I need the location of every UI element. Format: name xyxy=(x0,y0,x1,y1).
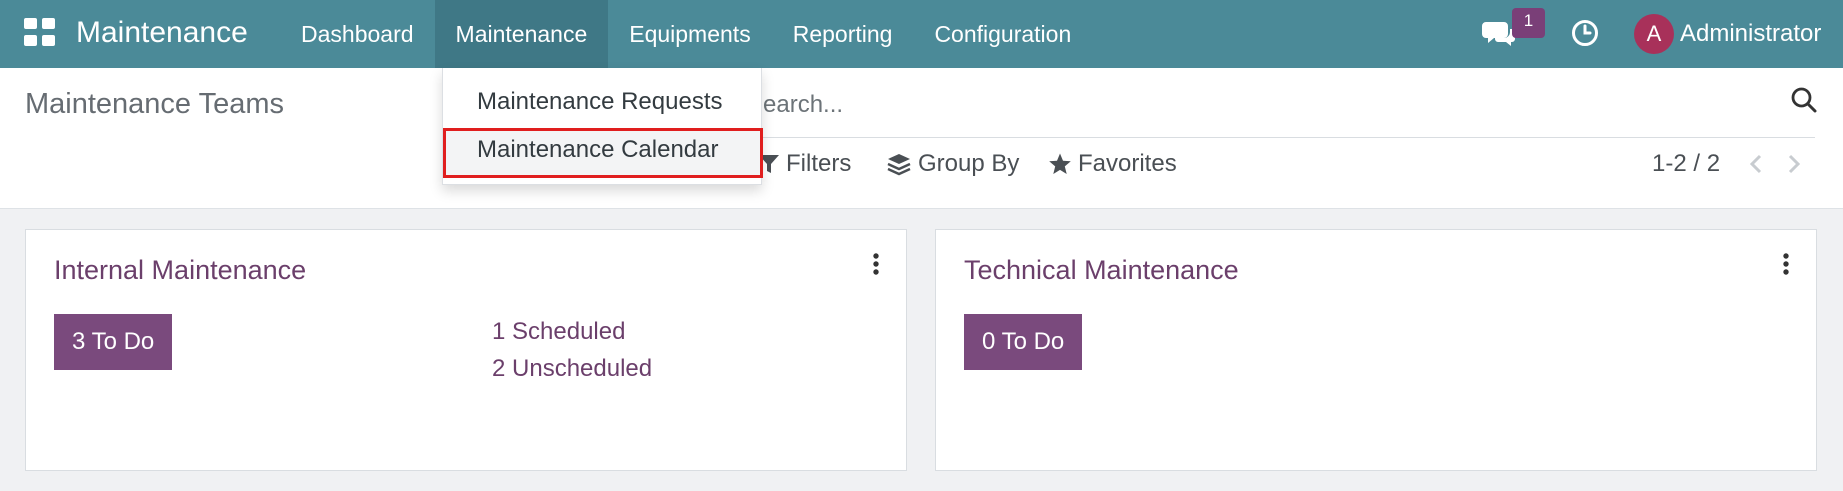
unscheduled-link[interactable]: 2 Unscheduled xyxy=(492,353,652,385)
menu-configuration[interactable]: Configuration xyxy=(913,0,1092,68)
menu-dashboard[interactable]: Dashboard xyxy=(280,0,435,68)
apps-grid-icon[interactable] xyxy=(24,18,56,46)
user-name[interactable]: Administrator xyxy=(1680,18,1821,50)
filters-button[interactable]: Filters xyxy=(758,148,851,180)
star-icon xyxy=(1049,153,1071,174)
kebab-menu-icon[interactable] xyxy=(1782,252,1790,276)
menu-reporting[interactable]: Reporting xyxy=(772,0,914,68)
menu-maintenance-requests[interactable]: Maintenance Requests xyxy=(477,85,722,119)
search-icon[interactable] xyxy=(1790,86,1818,114)
chat-icon[interactable] xyxy=(1482,18,1516,50)
menu-equipments[interactable]: Equipments xyxy=(608,0,771,68)
card-title[interactable]: Technical Maintenance xyxy=(964,250,1239,290)
search-input[interactable] xyxy=(745,86,1789,124)
group-by-label: Group By xyxy=(918,150,1020,177)
todo-button[interactable]: 3 To Do xyxy=(54,314,173,370)
top-navbar: Maintenance Dashboard Maintenance Equipm… xyxy=(0,0,1843,68)
kebab-menu-icon[interactable] xyxy=(872,252,880,276)
layers-icon xyxy=(887,154,911,176)
scheduled-link[interactable]: 1 Scheduled xyxy=(492,316,625,348)
search-underline xyxy=(745,137,1815,138)
user-avatar[interactable]: A xyxy=(1634,14,1674,54)
filters-label: Filters xyxy=(786,150,852,177)
card-title[interactable]: Internal Maintenance xyxy=(54,250,306,290)
chat-badge: 1 xyxy=(1512,8,1545,38)
page-title: Maintenance Teams xyxy=(25,88,285,120)
main-menu: Dashboard Maintenance Equipments Reporti… xyxy=(280,0,1092,68)
team-card-technical[interactable]: Technical Maintenance 0 To Do xyxy=(935,229,1817,471)
control-panel: Maintenance Teams Filters Group By Favor… xyxy=(0,68,1843,209)
todo-button[interactable]: 0 To Do xyxy=(964,314,1083,370)
activity-clock-icon[interactable] xyxy=(1571,19,1599,47)
group-by-button[interactable]: Group By xyxy=(886,148,1019,180)
maintenance-dropdown: Maintenance Requests Maintenance Calenda… xyxy=(442,68,763,185)
favorites-label: Favorites xyxy=(1078,150,1177,177)
app-brand[interactable]: Maintenance xyxy=(76,14,248,52)
chevron-right-icon[interactable] xyxy=(1784,148,1804,180)
chevron-left-icon[interactable] xyxy=(1746,148,1766,180)
favorites-button[interactable]: Favorites xyxy=(1048,148,1177,180)
menu-maintenance-calendar[interactable]: Maintenance Calendar xyxy=(477,133,719,167)
team-card-internal[interactable]: Internal Maintenance 3 To Do 1 Scheduled… xyxy=(25,229,907,471)
pager-value[interactable]: 1-2 / 2 xyxy=(1652,148,1720,180)
menu-maintenance[interactable]: Maintenance xyxy=(434,0,609,68)
